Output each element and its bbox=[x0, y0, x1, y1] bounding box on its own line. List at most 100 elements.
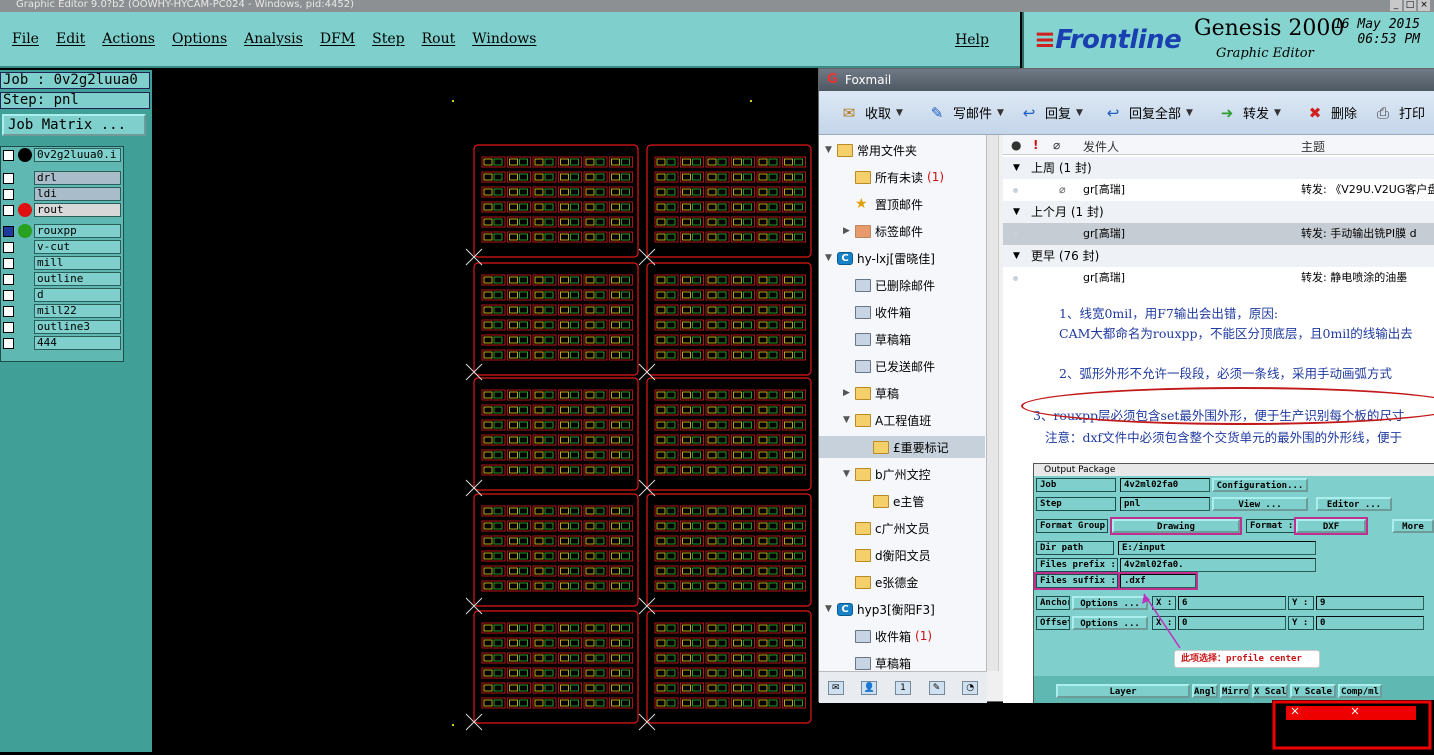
layer-checkbox[interactable] bbox=[3, 225, 14, 237]
menu-help[interactable]: Help bbox=[955, 32, 989, 48]
layer-checkbox[interactable] bbox=[3, 321, 14, 333]
menu-file[interactable]: File bbox=[12, 31, 39, 47]
layer-checkbox[interactable] bbox=[3, 257, 14, 269]
job-matrix-button[interactable]: Job Matrix ... bbox=[2, 114, 146, 136]
notes-icon[interactable]: ✎ bbox=[928, 680, 945, 695]
menu-rout[interactable]: Rout bbox=[422, 31, 456, 47]
attachment-icon[interactable]: ⌀ bbox=[1053, 138, 1060, 152]
folder-item[interactable]: ▼ Chyp3[衡阳F3] bbox=[819, 598, 935, 620]
close-icon[interactable]: × bbox=[1418, 0, 1430, 11]
chevron-down-icon[interactable]: ▼ bbox=[997, 108, 1004, 118]
layer-row[interactable]: mill bbox=[3, 256, 121, 270]
twisty-icon[interactable]: ▼ bbox=[843, 415, 855, 425]
layer-checkbox[interactable] bbox=[3, 305, 14, 317]
chevron-down-icon[interactable]: ▼ bbox=[1186, 108, 1193, 118]
folder-item[interactable]: 草稿箱 bbox=[819, 652, 911, 671]
folder-item[interactable]: d衡阳文员 bbox=[819, 544, 931, 566]
layer-checkbox[interactable] bbox=[3, 337, 14, 349]
message-row[interactable]: ⌀ gr[高瑞] 转发: 《V29U.V2UG客户盘 bbox=[1003, 179, 1434, 201]
twisty-icon[interactable]: ▼ bbox=[843, 469, 855, 479]
menu-windows[interactable]: Windows bbox=[472, 31, 536, 47]
folder-item[interactable]: 所有未读 (1) bbox=[819, 166, 944, 188]
folder-item[interactable]: 已删除邮件 bbox=[819, 274, 935, 296]
twisty-icon[interactable]: ▼ bbox=[825, 253, 837, 263]
menu-options[interactable]: Options bbox=[172, 31, 227, 47]
calendar-icon[interactable]: 1 bbox=[894, 680, 911, 695]
folder-item[interactable]: e张德金 bbox=[819, 571, 918, 593]
twisty-icon[interactable]: ▼ bbox=[1013, 201, 1020, 223]
layer-row[interactable]: outline3 bbox=[3, 320, 121, 334]
folder-item[interactable]: 收件箱 bbox=[819, 301, 911, 323]
layer-row[interactable]: rouxpp bbox=[3, 224, 121, 238]
layer-checkbox[interactable] bbox=[3, 241, 14, 253]
twisty-icon[interactable]: ▼ bbox=[825, 145, 837, 155]
message-group-header[interactable]: ▼ 更早 (76 封) bbox=[1003, 245, 1434, 267]
menu-analysis[interactable]: Analysis bbox=[244, 31, 303, 47]
layer-row[interactable]: d bbox=[3, 288, 121, 302]
read-dot-icon[interactable] bbox=[1013, 188, 1018, 193]
layer-row[interactable]: v-cut bbox=[3, 240, 121, 254]
print-button[interactable]: ⎙ 打印 bbox=[1373, 103, 1425, 123]
message-row[interactable]: gr[高瑞] 转发: 手动输出铣PI膜 d bbox=[1003, 223, 1434, 245]
layer-checkbox[interactable] bbox=[3, 188, 14, 200]
sender-column-header[interactable]: 发件人 bbox=[1083, 138, 1119, 155]
read-status-icon[interactable]: ● bbox=[1011, 138, 1021, 152]
layer-row[interactable]: rout bbox=[3, 203, 121, 217]
folder-item[interactable]: ▼ A工程值班 bbox=[819, 409, 931, 431]
menu-edit[interactable]: Edit bbox=[56, 31, 85, 47]
read-dot-icon[interactable] bbox=[1013, 232, 1018, 237]
twisty-icon[interactable]: ▼ bbox=[1013, 245, 1020, 267]
rss-icon[interactable]: ◔ bbox=[962, 680, 979, 695]
message-group-header[interactable]: ▼ 上周 (1 封) bbox=[1003, 157, 1434, 179]
receive-button[interactable]: ✉ 收取 ▼ bbox=[839, 103, 903, 123]
folder-item[interactable]: ▼ b广州文控 bbox=[819, 463, 931, 485]
folder-item[interactable]: £重要标记 bbox=[819, 436, 985, 458]
contacts-icon[interactable]: 👤 bbox=[861, 680, 878, 695]
twisty-icon[interactable]: ▶ bbox=[843, 388, 855, 398]
message-row[interactable]: gr[高瑞] 转发: 静电喷涂的油墨 bbox=[1003, 267, 1434, 289]
folder-item[interactable]: ▶ 标签邮件 bbox=[819, 220, 923, 242]
chevron-down-icon[interactable]: ▼ bbox=[1076, 108, 1083, 118]
compose-button[interactable]: ✎ 写邮件 ▼ bbox=[927, 103, 1004, 123]
layer-row[interactable]: ldi bbox=[3, 187, 121, 201]
folder-item[interactable]: 收件箱 (1) bbox=[819, 625, 932, 647]
menu-actions[interactable]: Actions bbox=[102, 31, 155, 47]
priority-icon[interactable]: ! bbox=[1033, 138, 1038, 152]
folder-item[interactable]: ▼ 常用文件夹 bbox=[819, 139, 917, 161]
graphics-canvas[interactable] bbox=[152, 70, 820, 752]
message-group-header[interactable]: ▼ 上个月 (1 封) bbox=[1003, 201, 1434, 223]
folder-item[interactable]: 草稿箱 bbox=[819, 328, 911, 350]
pane-splitter[interactable] bbox=[987, 135, 999, 671]
folder-item[interactable]: ▶ 草稿 bbox=[819, 382, 899, 404]
folder-item[interactable]: e主管 bbox=[819, 490, 924, 512]
layer-checkbox[interactable] bbox=[3, 273, 14, 285]
minimize-icon[interactable]: _ bbox=[1390, 0, 1402, 11]
layer-row[interactable]: 0v2g2luua0.i bbox=[3, 148, 121, 162]
folder-item[interactable]: ★ 置顶邮件 bbox=[819, 193, 923, 215]
layer-row[interactable]: outline bbox=[3, 272, 121, 286]
layer-row[interactable]: 444 bbox=[3, 336, 121, 350]
twisty-icon[interactable]: ▼ bbox=[1013, 157, 1020, 179]
folder-item[interactable]: c广州文员 bbox=[819, 517, 930, 539]
mail-icon[interactable]: ✉ bbox=[827, 680, 844, 695]
layer-row[interactable]: drl bbox=[3, 171, 121, 185]
layer-checkbox[interactable] bbox=[3, 289, 14, 301]
chevron-down-icon[interactable]: ▼ bbox=[1274, 108, 1281, 118]
menu-step[interactable]: Step bbox=[372, 31, 404, 47]
twisty-icon[interactable]: ▶ bbox=[843, 226, 855, 236]
layer-checkbox[interactable] bbox=[3, 172, 14, 184]
menu-dfm[interactable]: DFM bbox=[320, 31, 355, 47]
maximize-icon[interactable]: □ bbox=[1404, 0, 1416, 11]
delete-button[interactable]: ✖ 删除 bbox=[1305, 103, 1357, 123]
twisty-icon[interactable]: ▼ bbox=[825, 604, 837, 614]
reply-button[interactable]: ↩ 回复 ▼ bbox=[1019, 103, 1083, 123]
chevron-down-icon[interactable]: ▼ bbox=[896, 108, 903, 118]
reply-all-button[interactable]: ↩ 回复全部 ▼ bbox=[1103, 103, 1193, 123]
read-dot-icon[interactable] bbox=[1013, 276, 1018, 281]
layer-row[interactable]: mill22 bbox=[3, 304, 121, 318]
subject-column-header[interactable]: 主题 bbox=[1301, 138, 1325, 155]
folder-item[interactable]: 已发送邮件 bbox=[819, 355, 935, 377]
forward-button[interactable]: ➜ 转发 ▼ bbox=[1217, 103, 1281, 123]
folder-item[interactable]: ▼ Chy-lxj[雷晓佳] bbox=[819, 247, 935, 269]
layer-checkbox[interactable] bbox=[3, 149, 14, 161]
